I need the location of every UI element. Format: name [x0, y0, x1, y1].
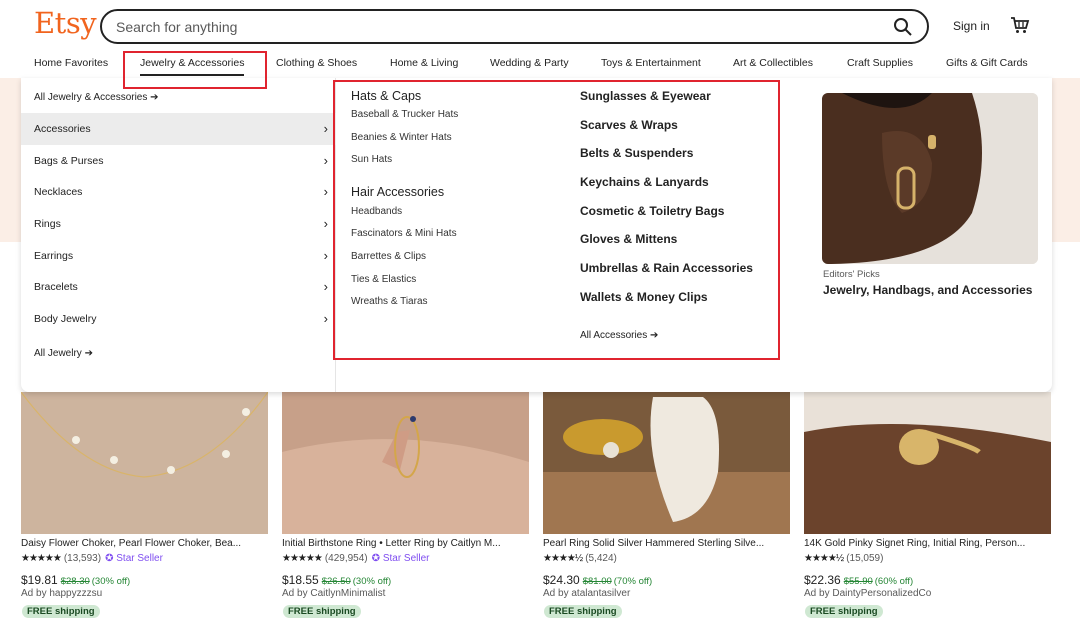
star-rating: ★★★★½: [804, 553, 844, 564]
search-icon[interactable]: [893, 17, 913, 37]
price-row: $18.55 $26.50 (30% off): [282, 571, 391, 589]
star-seller-badge: ✪ Star Seller: [105, 553, 163, 564]
rating: ★★★★½ (15,059): [804, 553, 883, 564]
editors-picks-title[interactable]: Jewelry, Handbags, and Accessories: [823, 283, 1032, 297]
etsy-logo[interactable]: Etsy: [34, 6, 97, 40]
search-input[interactable]: Search for anything: [116, 19, 237, 35]
rating: ★★★★½ (5,424): [543, 553, 617, 564]
menu-item-bags-purses[interactable]: Bags & Purses ›: [21, 145, 336, 177]
product-image[interactable]: [282, 392, 529, 534]
free-shipping-badge: FREE shipping: [22, 605, 100, 618]
price-row: $24.30 $81.00 (70% off): [543, 571, 652, 589]
sign-in-link[interactable]: Sign in: [953, 19, 990, 33]
price: $22.36: [804, 573, 841, 587]
nav-craft-supplies[interactable]: Craft Supplies: [847, 57, 913, 69]
menu-item-body-jewelry[interactable]: Body Jewelry ›: [21, 303, 336, 335]
chevron-right-icon: ›: [323, 184, 328, 199]
search-bar[interactable]: Search for anything: [100, 9, 929, 44]
star-rating: ★★★★★: [21, 553, 62, 564]
free-shipping-badge: FREE shipping: [283, 605, 361, 618]
price: $24.30: [543, 573, 580, 587]
review-count: (13,593): [63, 553, 102, 564]
editors-picks-caption: Editors' Picks: [823, 269, 880, 280]
review-count: (15,059): [846, 553, 884, 564]
editors-picks-image[interactable]: [822, 93, 1038, 264]
product-title[interactable]: Daisy Flower Choker, Pearl Flower Choker…: [21, 538, 268, 549]
product-image[interactable]: [21, 392, 268, 534]
discount: (30% off): [352, 576, 392, 587]
chevron-right-icon: ›: [323, 121, 328, 136]
menu-item-necklaces[interactable]: Necklaces ›: [21, 176, 336, 208]
discount: (30% off): [91, 576, 131, 587]
menu-item-earrings[interactable]: Earrings ›: [21, 240, 336, 272]
chevron-right-icon: ›: [323, 311, 328, 326]
all-jewelry-link[interactable]: All Jewelry ➔: [34, 348, 93, 359]
nav-home-living[interactable]: Home & Living: [390, 57, 458, 69]
original-price: $28.30: [60, 576, 90, 587]
price: $18.55: [282, 573, 319, 587]
star-seller-badge: ✪ Star Seller: [371, 553, 430, 564]
product-image[interactable]: [543, 392, 790, 534]
rating: ★★★★★ (13,593) ✪ Star Seller: [21, 553, 163, 564]
chevron-right-icon: ›: [323, 153, 328, 168]
menu-item-bracelets[interactable]: Bracelets ›: [21, 271, 336, 303]
nav-home-favorites[interactable]: Home Favorites: [34, 57, 108, 69]
menu-left-column: All Jewelry & Accessories ➔ Accessories ›…: [21, 78, 336, 392]
highlight-box-nav: [123, 51, 267, 89]
original-price: $55.90: [843, 576, 873, 587]
free-shipping-badge: FREE shipping: [544, 605, 622, 618]
ad-label[interactable]: Ad by happyzzzsu: [21, 588, 102, 599]
original-price: $26.50: [321, 576, 351, 587]
product-title[interactable]: Initial Birthstone Ring • Letter Ring by…: [282, 538, 529, 549]
chevron-right-icon: ›: [323, 248, 328, 263]
discount: (60% off): [874, 576, 914, 587]
nav-wedding-party[interactable]: Wedding & Party: [490, 57, 569, 69]
cart-icon[interactable]: [1010, 15, 1030, 35]
menu-item-rings[interactable]: Rings ›: [21, 208, 336, 240]
menu-item-accessories[interactable]: Accessories ›: [21, 113, 336, 145]
product-title[interactable]: 14K Gold Pinky Signet Ring, Initial Ring…: [804, 538, 1051, 549]
chevron-right-icon: ›: [323, 216, 328, 231]
star-rating: ★★★★½: [543, 553, 583, 564]
chevron-right-icon: ›: [323, 279, 328, 294]
ad-label[interactable]: Ad by atalantasilver: [543, 588, 630, 599]
nav-art-collectibles[interactable]: Art & Collectibles: [733, 57, 813, 69]
price-row: $22.36 $55.90 (60% off): [804, 571, 913, 589]
nav-toys-entertainment[interactable]: Toys & Entertainment: [601, 57, 701, 69]
header: Etsy Search for anything Sign in: [0, 0, 1080, 52]
product-title[interactable]: Pearl Ring Solid Silver Hammered Sterlin…: [543, 538, 790, 549]
price: $19.81: [21, 573, 58, 587]
highlight-box-submenu: [333, 80, 780, 360]
star-rating: ★★★★★: [282, 553, 323, 564]
free-shipping-badge: FREE shipping: [805, 605, 883, 618]
discount: (70% off): [613, 576, 653, 587]
price-row: $19.81 $28.30 (30% off): [21, 571, 130, 589]
rating: ★★★★★ (429,954) ✪ Star Seller: [282, 553, 430, 564]
review-count: (429,954): [324, 553, 368, 564]
ad-label[interactable]: Ad by DaintyPersonalizedCo: [804, 588, 931, 599]
nav-gifts-gift-cards[interactable]: Gifts & Gift Cards: [946, 57, 1028, 69]
ad-label[interactable]: Ad by CaitlynMinimalist: [282, 588, 385, 599]
review-count: (5,424): [585, 553, 617, 564]
original-price: $81.00: [582, 576, 612, 587]
product-image[interactable]: [804, 392, 1051, 534]
all-jewelry-accessories-link[interactable]: All Jewelry & Accessories ➔: [34, 92, 159, 103]
nav-clothing-shoes[interactable]: Clothing & Shoes: [276, 57, 357, 69]
